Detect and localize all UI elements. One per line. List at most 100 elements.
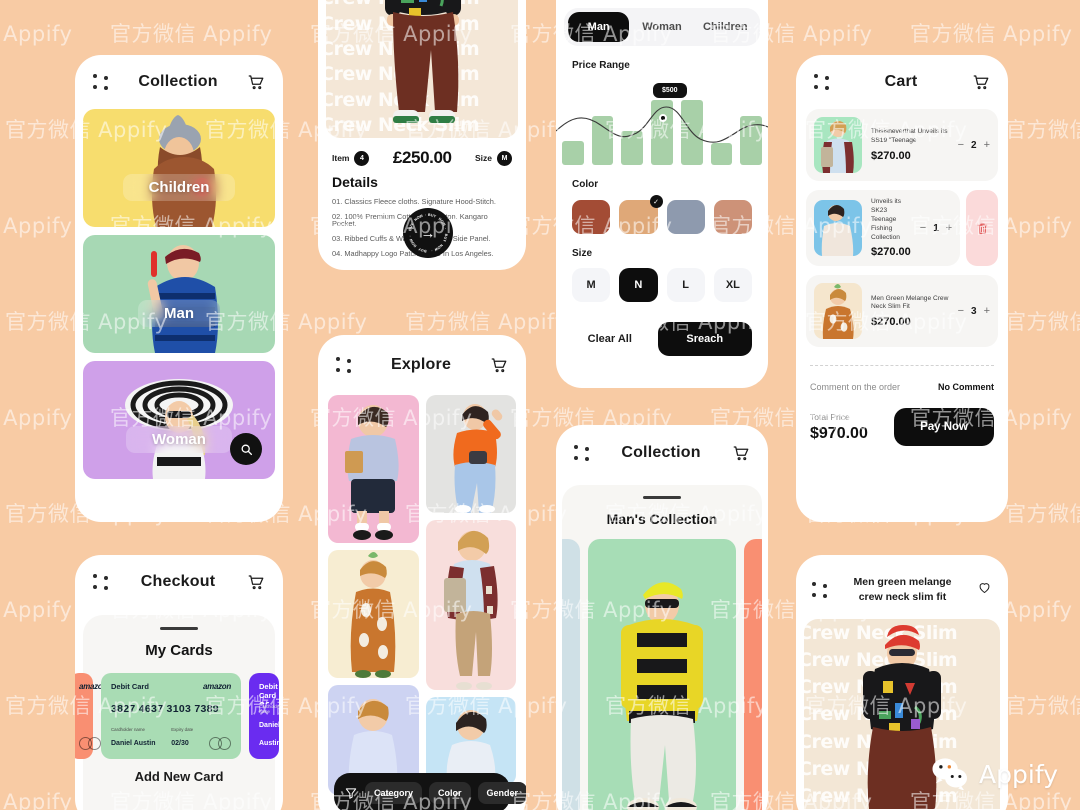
size-selector[interactable]: Size M (475, 150, 512, 166)
tab-children[interactable]: Children (695, 12, 756, 42)
sheet-grabber[interactable] (160, 627, 198, 630)
cart-item[interactable]: Men Green Melange Crew Neck Slim Fit $27… (806, 275, 998, 348)
order-comment-row[interactable]: Comment on the order No Comment (796, 366, 1008, 392)
product-price: $270.00 (871, 316, 911, 329)
price-tooltip: $500 (653, 83, 687, 98)
quantity-stepper[interactable]: − 1 + (920, 222, 952, 234)
size-option-xl[interactable]: XL (713, 268, 752, 302)
quantity-value: 2 (971, 139, 977, 151)
price-range-chart[interactable]: $500 (556, 83, 768, 165)
explore-tile[interactable] (328, 395, 419, 543)
checkout-header: Checkout (75, 555, 283, 609)
color-swatch-clay[interactable] (713, 200, 752, 234)
card-holder-label: Cardholder name (111, 727, 145, 732)
price-slider-knob[interactable] (659, 114, 667, 122)
add-new-card-button[interactable]: Add New Card (83, 759, 275, 784)
carousel-slide-prev[interactable] (562, 539, 580, 810)
grid-dots-icon[interactable] (93, 574, 109, 590)
minus-icon[interactable]: − (920, 222, 926, 234)
grid-dots-icon[interactable] (812, 582, 828, 599)
cart-icon[interactable] (732, 444, 750, 462)
model-photo (822, 284, 854, 340)
collection-card-children[interactable]: Children (83, 109, 275, 227)
collection-card-man[interactable]: Man (83, 235, 275, 353)
tab-man[interactable]: Man (568, 12, 630, 42)
explore-tile[interactable] (328, 550, 419, 678)
item-qty-badge: 4 (354, 150, 370, 166)
quantity-stepper[interactable]: − 3 + (958, 305, 990, 317)
grid-dots-icon[interactable] (93, 74, 109, 90)
payment-card-active[interactable]: Debit Card amazon 3827 4637 3103 7389 Ca… (101, 673, 241, 759)
item-count[interactable]: Item 4 (332, 150, 370, 166)
delete-item-button[interactable] (966, 190, 998, 267)
card-holder: Daniel Austin (111, 740, 156, 747)
cards-carousel[interactable]: amazon Debit Card amazon 3827 4637 3103 … (75, 673, 281, 759)
product-meta-row: Item 4 £250.00 Size M (318, 138, 526, 170)
model-photo (446, 710, 496, 785)
plus-icon[interactable]: + (984, 139, 990, 151)
product-name: Thisisneverthat Unveils its SS19 "Teenag… (871, 128, 948, 144)
search-icon[interactable] (230, 433, 262, 465)
payment-card[interactable]: amazon (75, 673, 107, 759)
quantity-stepper[interactable]: − 2 + (958, 139, 990, 151)
watermark-text: 官方微信 Appify (0, 790, 73, 810)
sheet-grabber[interactable] (643, 496, 681, 499)
grid-dots-icon[interactable] (574, 445, 590, 461)
cart-item-swiped[interactable]: Unveils its SK23 Teenage Fishing Collect… (806, 190, 998, 267)
payment-card[interactable]: Debit Card 3827 4637 3103 7389 Cardholde… (249, 673, 281, 759)
cart-icon[interactable] (247, 573, 265, 591)
sheet-title: My Cards (145, 642, 213, 659)
heart-icon[interactable] (977, 580, 992, 600)
explore-tile[interactable] (425, 520, 516, 690)
pay-now-button[interactable]: Pay Now (894, 408, 994, 447)
card-type: Debit Card (111, 682, 149, 691)
carousel-slide-active[interactable] (588, 539, 736, 810)
size-option-n[interactable]: N (619, 268, 658, 302)
cart-item[interactable]: Unveils its SK23 Teenage Fishing Collect… (806, 190, 961, 267)
collection-carousel[interactable] (562, 539, 762, 810)
collection-card-woman[interactable]: Woman (83, 361, 275, 479)
watermark-text: 官方微信 Appify (1005, 502, 1080, 526)
tab-woman[interactable]: Woman (631, 12, 692, 42)
size-option-l[interactable]: L (666, 268, 705, 302)
plus-icon[interactable]: + (946, 222, 952, 234)
color-swatch-denim[interactable] (666, 200, 705, 234)
explore-tile[interactable] (425, 697, 516, 785)
minus-icon[interactable]: − (958, 139, 964, 151)
explore-panel: Explore Category Color Gender (318, 335, 526, 810)
page-title: Collection (138, 73, 218, 90)
filter-chip-category[interactable]: Category (365, 782, 423, 804)
search-button[interactable]: Sreach (657, 322, 752, 356)
filter-chip-color[interactable]: Color (429, 782, 471, 804)
cart-header: Cart (796, 55, 1008, 109)
detail-item: 01. Classics Fleece cloths. Signature Ho… (332, 196, 496, 206)
cart-icon[interactable] (490, 356, 508, 374)
funnel-icon[interactable] (344, 786, 358, 800)
product-name: Men Green Melange Crew Neck Slim Fit (871, 294, 949, 311)
total-value: $970.00 (810, 424, 868, 442)
explore-tile[interactable] (425, 395, 516, 513)
details-heading: Details (332, 174, 378, 190)
clear-all-button[interactable]: Clear All (572, 322, 648, 356)
size-option-m[interactable]: M (572, 268, 611, 302)
card-expiry-label: Expiry date (171, 727, 194, 732)
cart-item-body: Unveils its SK23 Teenage Fishing Collect… (871, 198, 911, 258)
color-swatches: ✓ (556, 190, 768, 234)
color-heading: Color (572, 179, 599, 190)
cart-icon[interactable] (247, 73, 265, 91)
filter-chip-gender[interactable]: Gender (477, 782, 526, 804)
grid-dots-icon[interactable] (336, 357, 352, 373)
cart-item[interactable]: Thisisneverthat Unveils its SS19 "Teenag… (806, 109, 998, 181)
model-photo (821, 120, 854, 173)
buy-now-button[interactable]: BUY NOW · BUY NOW · BUY NOW · BUY NOW · … (403, 208, 453, 258)
page-title: Checkout (140, 573, 216, 590)
grid-dots-icon[interactable] (814, 74, 830, 90)
color-swatch-tan[interactable]: ✓ (619, 195, 663, 234)
plus-icon[interactable]: + (984, 305, 990, 317)
carousel-slide-next[interactable] (744, 539, 762, 810)
color-swatch-rust[interactable] (572, 200, 611, 234)
total-label: Total Price (810, 411, 850, 422)
cart-icon[interactable] (972, 73, 990, 91)
product-thumbnail (814, 283, 862, 340)
minus-icon[interactable]: − (958, 305, 964, 317)
